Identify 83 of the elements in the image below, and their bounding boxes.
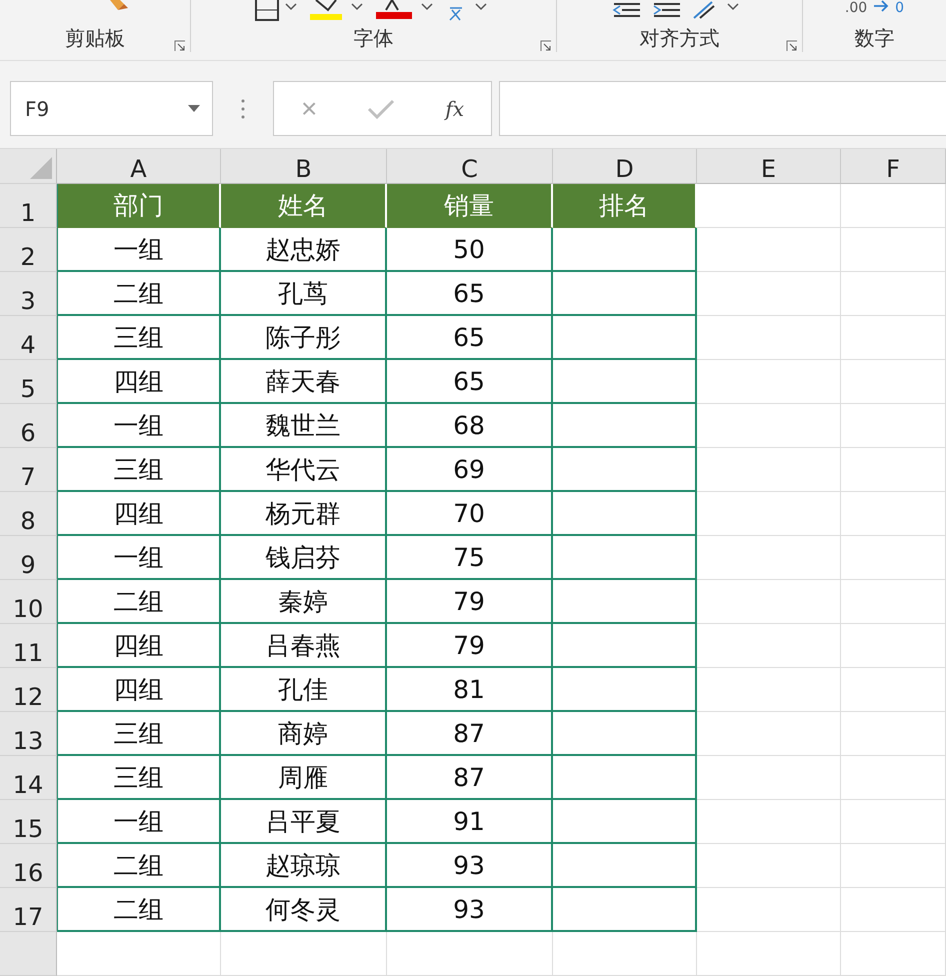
- table-cell: 75: [453, 542, 485, 572]
- group-label: 字体: [354, 24, 394, 52]
- table-cell-text: 三组: [114, 762, 164, 794]
- table-cell-text: 四组: [114, 366, 164, 398]
- table-cell-text: 吕春燕: [266, 630, 340, 662]
- table-cell-text: 四组: [114, 630, 164, 662]
- dialog-launcher-icon[interactable]: [174, 40, 186, 52]
- dialog-launcher-icon[interactable]: [540, 40, 552, 52]
- table-cell: 87: [453, 718, 485, 748]
- table-cell: 81: [453, 674, 485, 704]
- table-cell: 79: [453, 630, 485, 660]
- column-header[interactable]: E: [760, 155, 776, 183]
- arrow-icon[interactable]: [873, 0, 890, 12]
- table-cell-text: 赵琼琼: [266, 850, 340, 882]
- table-cell: 68: [453, 410, 485, 440]
- row-header[interactable]: 8: [20, 507, 36, 535]
- row-header[interactable]: 3: [20, 287, 36, 315]
- table-cell-text: 二组: [114, 278, 164, 310]
- group-label: 数字: [854, 24, 894, 52]
- table-cell-text: 三组: [114, 322, 164, 354]
- more-icon[interactable]: [241, 98, 245, 120]
- dialog-launcher-icon[interactable]: [786, 40, 798, 52]
- decimal-label[interactable]: 0: [895, 0, 904, 16]
- row-header[interactable]: 2: [20, 243, 36, 271]
- table-cell-text: 周雁: [278, 762, 328, 794]
- row-header[interactable]: 9: [20, 551, 36, 579]
- table-cell-text: 陈子彤: [266, 322, 340, 354]
- table-cell-text: 何冬灵: [266, 894, 340, 926]
- table-cell: 93: [453, 894, 485, 924]
- table-cell-text: 孔茑: [278, 278, 328, 310]
- table-cell-text: 薛天春: [266, 366, 340, 398]
- table-cell-text: 赵忠娇: [266, 234, 340, 266]
- row-header[interactable]: 7: [20, 463, 36, 491]
- table-cell: 65: [453, 278, 485, 308]
- check-icon[interactable]: [367, 98, 396, 120]
- group-label: 对齐方式: [640, 24, 720, 52]
- column-header[interactable]: F: [886, 155, 900, 183]
- table-cell-text: 吕平夏: [266, 806, 340, 838]
- row-header[interactable]: 4: [20, 331, 36, 359]
- table-cell-text: 钱启芬: [266, 542, 340, 574]
- table-cell-text: 魏世兰: [266, 410, 340, 442]
- table-cell: 93: [453, 850, 485, 880]
- row-header[interactable]: 5: [20, 375, 36, 403]
- table-cell-text: 一组: [114, 806, 164, 838]
- table-cell-text: 商婷: [278, 718, 328, 750]
- column-header[interactable]: B: [295, 155, 312, 183]
- table-cell-text: 秦婷: [278, 586, 328, 618]
- dropdown-icon[interactable]: [188, 104, 200, 113]
- table-cell: 65: [453, 322, 485, 352]
- row-header[interactable]: 6: [20, 419, 36, 447]
- table-cell: 50: [453, 234, 485, 264]
- table-cell-text: 二组: [114, 586, 164, 618]
- decimal-label[interactable]: .00: [844, 0, 868, 16]
- row-header[interactable]: 1: [20, 199, 36, 227]
- table-cell-text: 三组: [114, 718, 164, 750]
- table-cell-text: 四组: [114, 674, 164, 706]
- table-cell: 69: [453, 454, 485, 484]
- table-cell-text: 华代云: [266, 454, 340, 486]
- group-label: 剪贴板: [65, 24, 125, 52]
- table-cell: 79: [453, 586, 485, 616]
- table-cell-text: 排名: [599, 190, 649, 222]
- table-cell: 87: [453, 762, 485, 792]
- table-cell-text: 孔佳: [278, 674, 328, 706]
- column-header[interactable]: C: [461, 155, 478, 183]
- table-cell-text: 四组: [114, 498, 164, 530]
- table-cell-text: 三组: [114, 454, 164, 486]
- table-cell-text: 部门: [114, 190, 164, 222]
- table-cell-text: 姓名: [278, 190, 328, 222]
- table-cell: 70: [453, 498, 485, 528]
- column-header[interactable]: A: [130, 155, 147, 183]
- table-cell-text: 销量: [444, 190, 494, 222]
- table-cell: 91: [453, 806, 485, 836]
- column-header[interactable]: D: [615, 155, 634, 183]
- table-cell-text: 一组: [114, 410, 164, 442]
- table-cell-text: 二组: [114, 894, 164, 926]
- name-box[interactable]: F9: [10, 81, 213, 136]
- table-cell-text: 一组: [114, 542, 164, 574]
- table-cell-text: 杨元群: [266, 498, 340, 530]
- insert-function-button[interactable]: fx: [441, 96, 468, 121]
- table-cell: 65: [453, 366, 485, 396]
- table-cell-text: 二组: [114, 850, 164, 882]
- formula-input[interactable]: [499, 81, 946, 136]
- table-cell-text: 一组: [114, 234, 164, 266]
